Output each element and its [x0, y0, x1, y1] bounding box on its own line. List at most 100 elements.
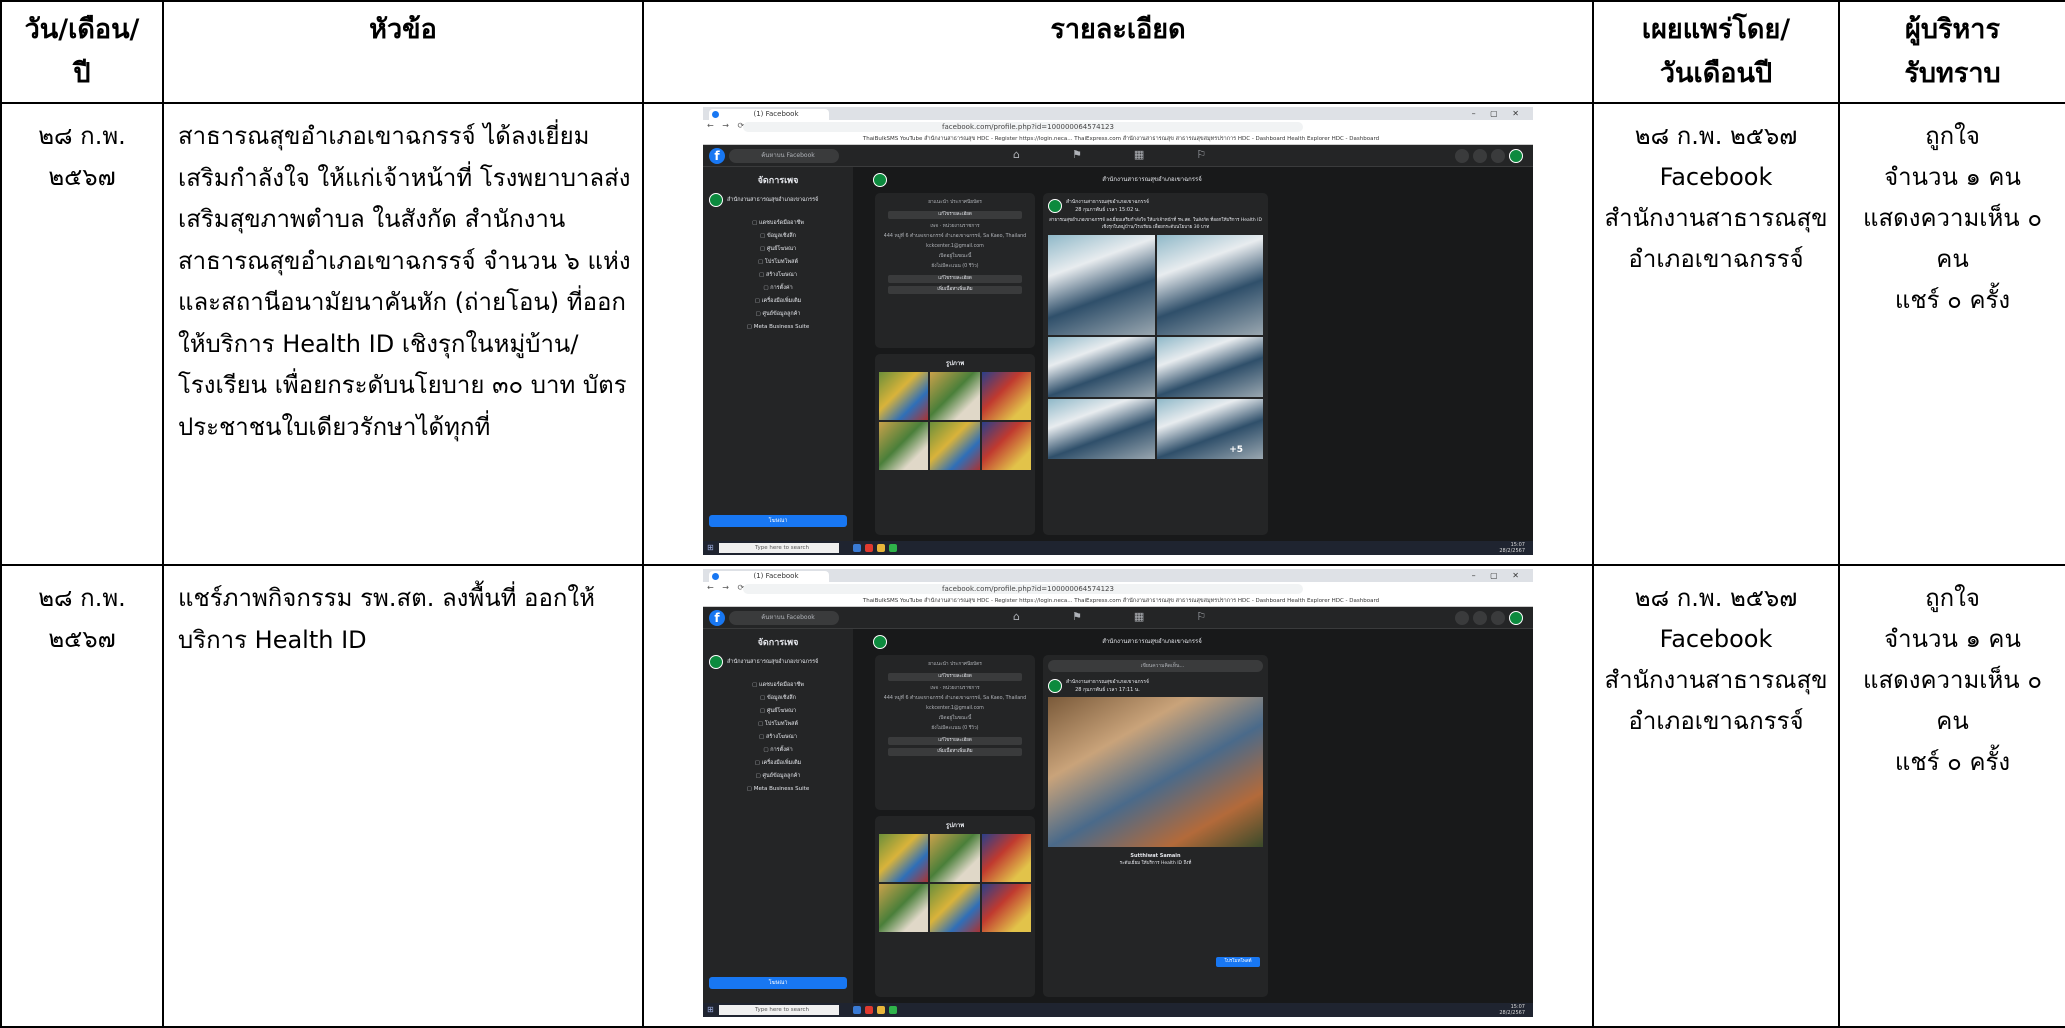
row2-date-line1: ๒๘ ก.พ. [38, 584, 126, 612]
browser-nav-icon: ← → ⟳ [707, 121, 748, 130]
messenger-icon [1473, 611, 1487, 625]
taskbar-search: Type here to search [719, 1005, 839, 1015]
table-row: ๒๘ ก.พ. ๒๕๖๗ สาธารณสุขอำเภอเขาฉกรรจ์ ได้… [0, 102, 2065, 566]
row1-publisher: ๒๘ ก.พ. ๒๕๖๗ Facebook สำนักงานสาธารณสุข … [1592, 102, 1840, 566]
about-line: เปิดอยู่ในขณะนี้ [938, 254, 972, 259]
browser-tabbar: (1) Facebook – ▢ ✕ [703, 569, 1533, 582]
taskbar-app-icons [853, 544, 897, 552]
ack-line: จำนวน ๑ คน [1884, 625, 2021, 653]
taskbar-clock: 15:07 28/2/2567 [1499, 542, 1525, 554]
header-ack: ผู้บริหาร รับทราบ [1838, 0, 2065, 104]
about-line: kckcenter.1@gmail.com [926, 244, 984, 249]
row2-topic: แชร์ภาพกิจกรรม รพ.สต. ลงพื้นที่ ออกให้บร… [162, 564, 644, 1028]
sidebar-item: ข้อมูลเชิงลึก [709, 230, 847, 243]
row1-date-line1: ๒๘ ก.พ. [38, 122, 126, 150]
row2-publisher: ๒๘ ก.พ. ๒๕๖๗ Facebook สำนักงานสาธารณสุข … [1592, 564, 1840, 1028]
post-photo [1048, 399, 1155, 459]
manage-page-sidebar: จัดการเพจ สำนักงานสาธารณสุขอำเภอเขาฉกรรจ… [703, 629, 853, 1017]
bookmarks-bar: ThaiBulkSMS YouTube สำนักงานสาธารณสุข HD… [703, 134, 1533, 145]
header-date: วัน/เดือน/ ปี [0, 0, 164, 104]
photo-thumb [981, 372, 1031, 420]
page-logo-icon [1048, 679, 1062, 693]
post-time: 28 กุมภาพันธ์ เวลา 15:02 น. [1075, 207, 1140, 213]
browser-address-bar: ← → ⟳ facebook.com/profile.php?id=100000… [703, 582, 1533, 596]
facebook-logo-icon: f [709, 610, 725, 626]
sidebar-item: โปรโมทโพสต์ [709, 256, 847, 269]
sidebar-title: จัดการเพจ [757, 638, 799, 648]
header-topic: หัวข้อ [162, 0, 644, 104]
sidebar-item: แดชบอร์ดมืออาชีพ [709, 679, 847, 692]
sidebar-item: สร้างโฆษณา [709, 731, 847, 744]
windows-start-icon: ⊞ [707, 1005, 714, 1014]
photo-thumb [930, 834, 980, 882]
facebook-topbar: f ค้นหาบน Facebook ⌂⚑▦⚐ [703, 607, 1533, 629]
ack-line: แสดงความเห็น ๐ [1863, 204, 2042, 232]
photos-card: รูปภาพ [875, 816, 1035, 997]
about-line: เพจ · หน่วยงานราชการ [930, 224, 980, 229]
about-line: เพจ · หน่วยงานราชการ [930, 686, 980, 691]
window-controls: – ▢ ✕ [1471, 571, 1525, 580]
ack-line: ถูกใจ [1925, 584, 1980, 612]
comment: Sutthiwat Samain ระดับเยี่ยม ให้บริการ He… [1048, 853, 1263, 867]
row2-screenshot: (1) Facebook – ▢ ✕ ← → ⟳ facebook.com/pr… [642, 564, 1594, 1028]
row2-date-line2: ๒๕๖๗ [48, 625, 116, 653]
photo-thumb [981, 884, 1031, 932]
ack-line: คน [1936, 245, 1969, 273]
photo-thumb [879, 884, 929, 932]
taskbar-search: Type here to search [719, 543, 839, 553]
ack-line: ถูกใจ [1925, 122, 1980, 150]
facebook-favicon-icon [712, 111, 719, 118]
ack-line: แชร์ ๐ ครั้ง [1894, 286, 2011, 314]
about-line: 444 หมู่ที่ 6 ตำบลเขาฉกรรจ์ อำเภอเขาฉกรร… [883, 234, 1027, 239]
browser-nav-icon: ← → ⟳ [707, 583, 748, 592]
publisher-line: อำเภอเขาฉกรรจ์ [1628, 245, 1804, 273]
page-logo-icon [873, 635, 887, 649]
commenter-name: Sutthiwat Samain [1130, 853, 1181, 859]
window-controls: – ▢ ✕ [1471, 109, 1525, 118]
app-icon [853, 544, 861, 552]
publisher-line: Facebook [1659, 625, 1773, 653]
url-field: facebook.com/profile.php?id=100000064574… [743, 122, 1303, 132]
header-publisher-line2: วันเดือนปี [1659, 58, 1773, 89]
sidebar-item: Meta Business Suite [709, 783, 847, 796]
facebook-nav-icons: ⌂⚑▦⚐ [1013, 148, 1259, 161]
app-icon [889, 544, 897, 552]
photos-title: รูปภาพ [945, 822, 965, 829]
row1-date-line2: ๒๕๖๗ [48, 163, 116, 191]
bell-icon [1491, 149, 1505, 163]
post-photo [1156, 235, 1263, 335]
facebook-topbar: f ค้นหาบน Facebook ⌂⚑▦⚐ [703, 145, 1533, 167]
sidebar-item: ศูนย์โฆษณา [709, 705, 847, 718]
header-row: วัน/เดือน/ ปี หัวข้อ รายละเอียด เผยแพร่โ… [0, 0, 2065, 104]
facebook-screenshot-1: (1) Facebook – ▢ ✕ ← → ⟳ facebook.com/pr… [703, 107, 1533, 555]
facebook-favicon-icon [712, 573, 719, 580]
post-collage: +5 [1048, 235, 1263, 459]
tab-title: (1) Facebook [753, 572, 799, 580]
facebook-account-icons [1455, 149, 1523, 163]
more-photos-count: +5 [1229, 445, 1243, 455]
messenger-icon [1473, 149, 1487, 163]
ack-line: จำนวน ๑ คน [1884, 163, 2021, 191]
page-bar-name: สำนักงานสาธารณสุขอำเภอเขาฉกรรจ์ [1102, 638, 1202, 645]
header-date-line2: ปี [73, 58, 91, 89]
app-icon [853, 1006, 861, 1014]
avatar [1509, 611, 1523, 625]
publisher-line: สำนักงานสาธารณสุข [1604, 666, 1828, 694]
page-bar: สำนักงานสาธารณสุขอำเภอเขาฉกรรจ์ [873, 173, 1413, 187]
about-line: เปิดอยู่ในขณะนี้ [938, 716, 972, 721]
sidebar-item: แดชบอร์ดมืออาชีพ [709, 217, 847, 230]
about-card: ยาแนะนำ ประกาศนียบัตร แก้ไขรายละเอียด เพ… [875, 655, 1035, 810]
facebook-nav-icons: ⌂⚑▦⚐ [1013, 610, 1259, 623]
comment-text: ระดับเยี่ยม ให้บริการ Health ID ถึงที่ [1119, 861, 1192, 866]
bell-icon [1491, 611, 1505, 625]
about-line: ยาแนะนำ ประกาศนียบัตร [928, 662, 982, 667]
about-card: ยาแนะนำ ประกาศนียบัตร แก้ไขรายละเอียด เพ… [875, 193, 1035, 348]
sidebar-item: สร้างโฆษณา [709, 269, 847, 282]
sidebar-item: ข้อมูลเชิงลึก [709, 692, 847, 705]
row2-date: ๒๘ ก.พ. ๒๕๖๗ [0, 564, 164, 1028]
sidebar-item: เครื่องมือเพิ่มเติม [709, 757, 847, 770]
clock-date: 28/2/2567 [1499, 1010, 1525, 1016]
browser-address-bar: ← → ⟳ facebook.com/profile.php?id=100000… [703, 120, 1533, 134]
avatar [1509, 149, 1523, 163]
app-icon [865, 544, 873, 552]
